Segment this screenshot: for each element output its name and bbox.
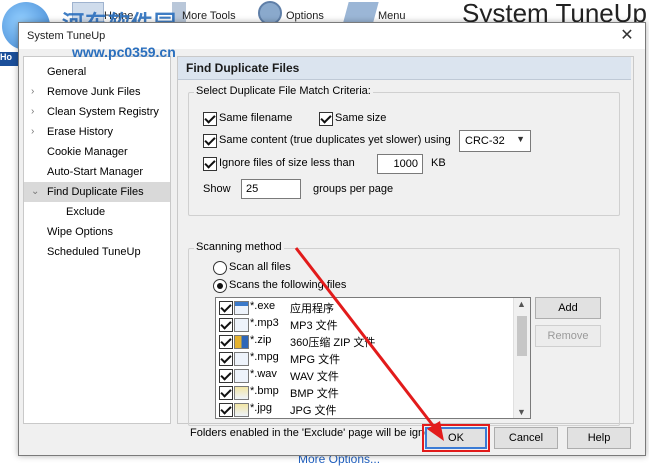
annotation-arrow [294, 247, 444, 441]
arrow-shaft [294, 247, 440, 433]
arrow-head [427, 421, 444, 441]
